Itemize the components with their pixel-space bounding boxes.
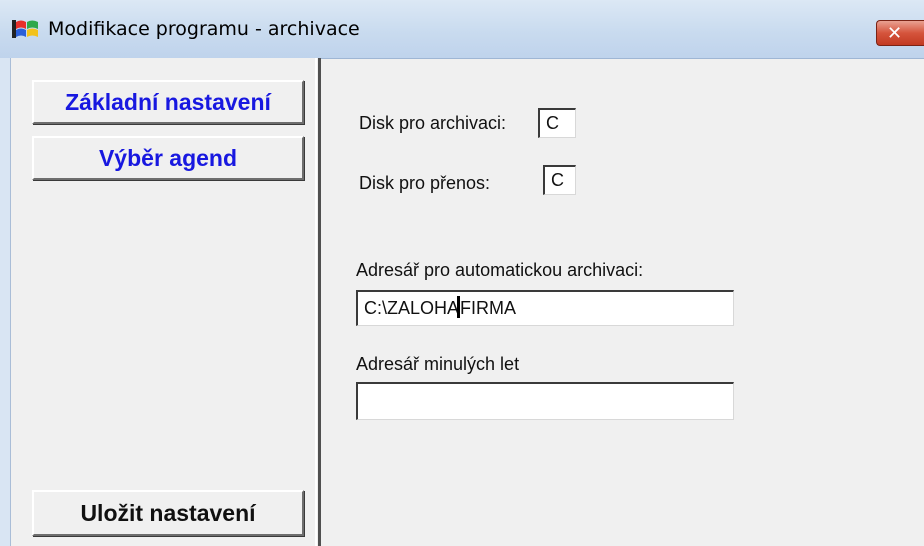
auto-archive-dir-label: Adresář pro automatickou archivaci: [356, 260, 644, 280]
transfer-disk-label: Disk pro přenos: [359, 173, 491, 193]
close-button[interactable]: ✕ [876, 20, 924, 46]
window-frame-left [0, 58, 11, 546]
save-settings-button[interactable]: Uložit nastavení [32, 490, 304, 536]
select-agendas-button[interactable]: Výběr agend [32, 136, 304, 180]
transfer-disk-field[interactable]: C [543, 165, 576, 195]
window-title: Modifikace programu - archivace [48, 18, 360, 40]
panel-divider [315, 58, 321, 546]
archive-disk-field[interactable]: C [538, 108, 576, 138]
auto-archive-dir-value-start: C:\ZALOHA [364, 298, 460, 318]
sidebar [0, 58, 318, 546]
archive-disk-label: Disk pro archivaci: [359, 113, 507, 133]
close-icon: ✕ [887, 23, 903, 43]
auto-archive-dir-field[interactable]: C:\ZALOHAFIRMA [356, 290, 734, 326]
auto-archive-dir-value-end: FIRMA [460, 298, 517, 318]
basic-settings-button[interactable]: Základní nastavení [32, 80, 304, 124]
title-bar: Modifikace programu - archivace ✕ [0, 0, 924, 59]
windows-flag-icon [12, 20, 38, 38]
past-years-dir-label: Adresář minulých let [356, 354, 520, 374]
past-years-dir-field[interactable] [356, 382, 734, 420]
